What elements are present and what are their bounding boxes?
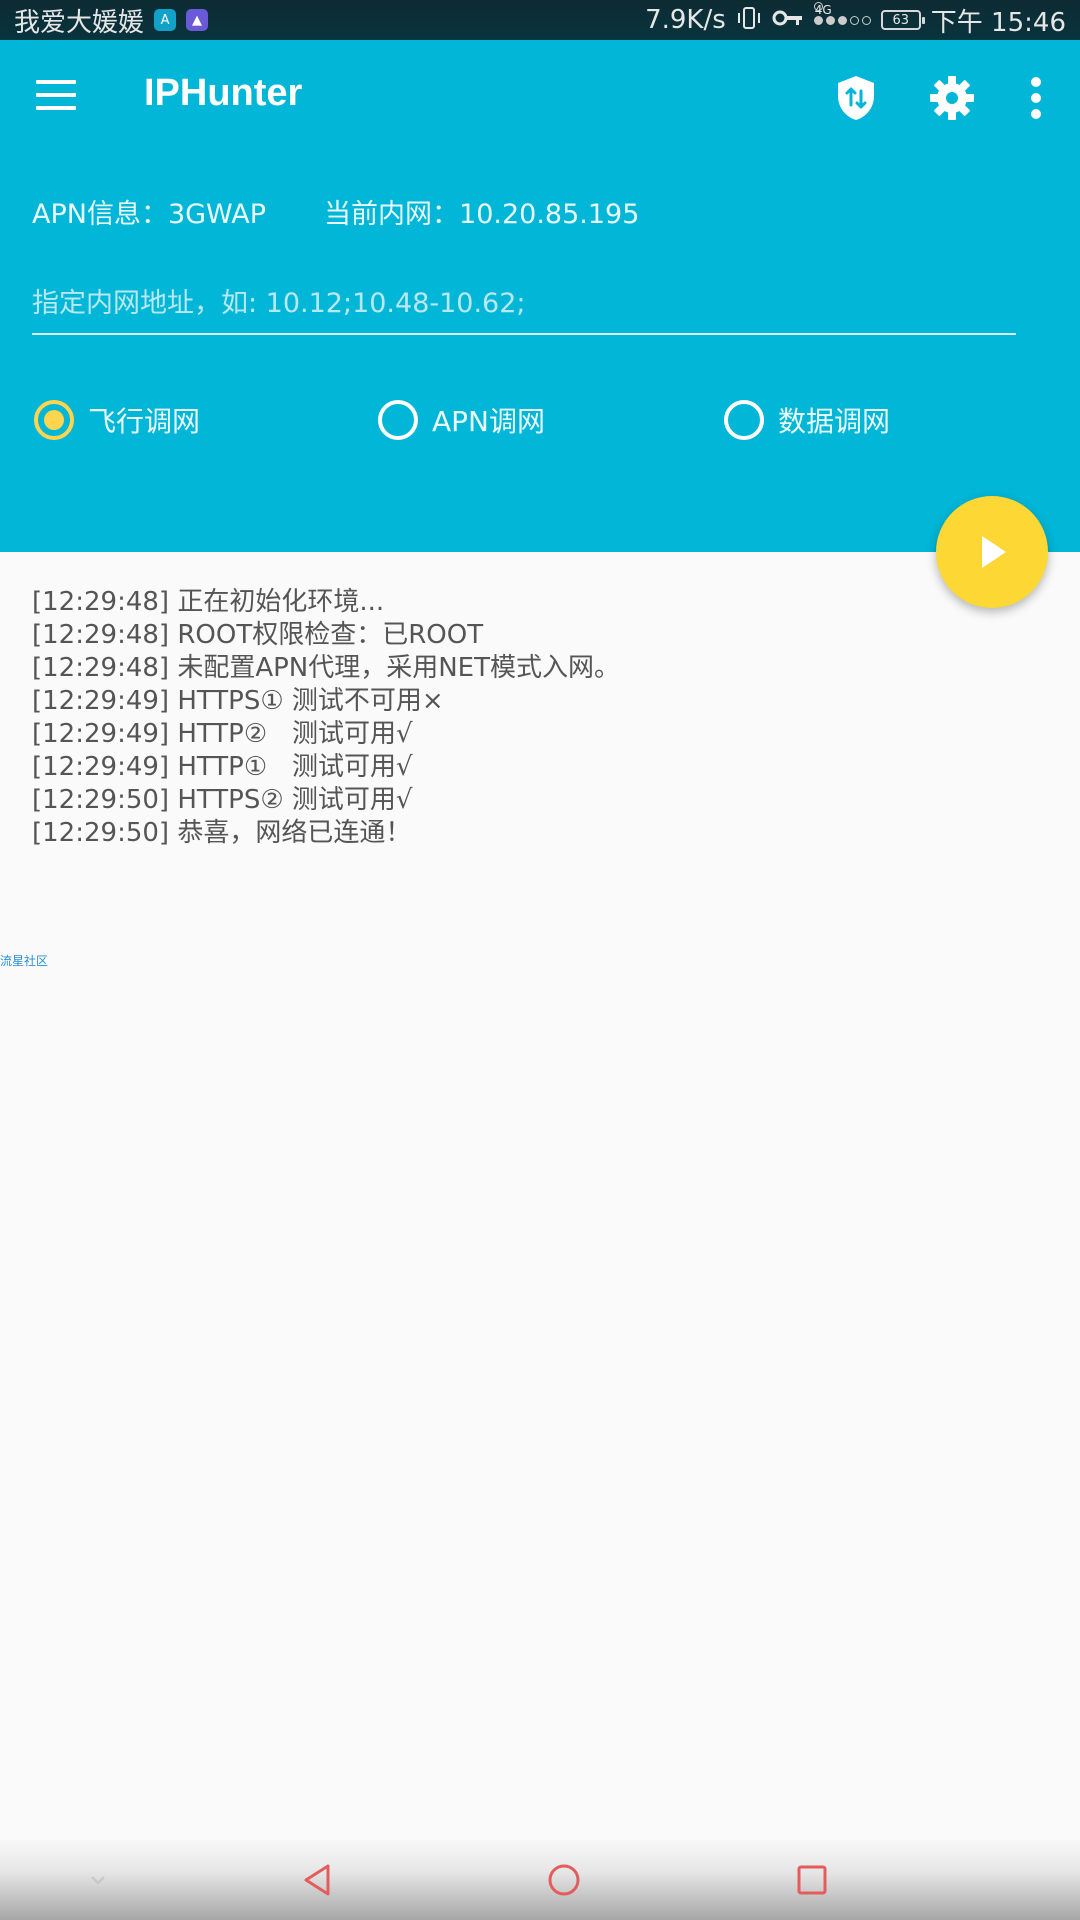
radio-label: 数据调网 (778, 405, 891, 438)
more-vert-icon[interactable] (1012, 72, 1060, 124)
vibrate-icon (736, 5, 762, 35)
log-line: [12:29:49] HTTP② 测试可用√ (32, 719, 413, 749)
log-line: [12:29:48] ROOT权限检查：已ROOT (32, 620, 484, 650)
radio-checked-icon (34, 400, 74, 440)
radio-label: APN调网 (432, 405, 545, 438)
back-icon[interactable] (290, 1852, 346, 1908)
battery-icon: 63 (880, 10, 925, 30)
app-icon-a: A (154, 9, 177, 31)
signal-icon: 4G (813, 1, 871, 25)
radio-unchecked-icon (724, 400, 764, 440)
gear-icon[interactable] (926, 72, 978, 124)
watermark-text: 流星社区 (0, 954, 49, 968)
log-line: [12:29:50] 恭喜，网络已连通！ (32, 818, 412, 848)
chevron-down-icon[interactable] (70, 1852, 126, 1908)
toolbar: IPHunter (0, 40, 1080, 155)
status-bar: 我爱大媛媛 A ▲ 7.9K/s 4G 63 下午 15:46 (0, 0, 1080, 40)
vpn-key-icon (772, 7, 804, 33)
navigation-bar (0, 1840, 1080, 1920)
start-button[interactable] (936, 496, 1048, 608)
log-output: [12:29:48] 正在初始化环境... [12:29:48] ROOT权限检… (32, 586, 620, 850)
app-header: IPHunter APN信息：3GWAP 当前内网：10.20.85.195 指… (0, 40, 1080, 552)
play-icon (982, 536, 1006, 568)
log-line: [12:29:50] HTTPS② 测试可用√ (32, 785, 413, 815)
network-type: 4G (813, 1, 832, 17)
current-ip-text: 当前内网：10.20.85.195 (324, 199, 640, 230)
status-bar-right: 7.9K/s 4G 63 下午 15:46 (645, 1, 1066, 39)
radio-data-mode[interactable]: 数据调网 (724, 400, 890, 440)
log-line: [12:29:48] 未配置APN代理，采用NET模式入网。 (32, 653, 620, 683)
net-speed: 7.9K/s (645, 5, 726, 35)
mode-radio-group: 飞行调网 APN调网 数据调网 (0, 400, 1080, 460)
battery-level: 63 (892, 12, 910, 28)
shield-vpn-icon[interactable] (830, 72, 882, 124)
recent-apps-icon[interactable] (784, 1852, 840, 1908)
log-line: [12:29:48] 正在初始化环境... (32, 587, 385, 617)
status-time: 下午 15:46 (930, 7, 1066, 38)
home-icon[interactable] (536, 1852, 592, 1908)
menu-icon[interactable] (36, 80, 76, 110)
radio-unchecked-icon (378, 400, 418, 440)
apn-info-text: APN信息：3GWAP (32, 199, 267, 230)
status-carrier-text: 我爱大媛媛 (14, 7, 145, 38)
app-title: IPHunter (144, 72, 303, 114)
radio-airplane-mode[interactable]: 飞行调网 (34, 400, 200, 440)
radio-apn-mode[interactable]: APN调网 (378, 400, 545, 440)
app-icon-b: ▲ (186, 9, 209, 31)
network-info: APN信息：3GWAP 当前内网：10.20.85.195 (32, 192, 639, 231)
ip-range-input[interactable] (32, 273, 1016, 335)
log-line: [12:29:49] HTTPS① 测试不可用× (32, 686, 444, 716)
status-bar-left: 我爱大媛媛 A ▲ (14, 2, 645, 39)
log-line: [12:29:49] HTTP① 测试可用√ (32, 752, 413, 782)
radio-label: 飞行调网 (88, 405, 201, 438)
